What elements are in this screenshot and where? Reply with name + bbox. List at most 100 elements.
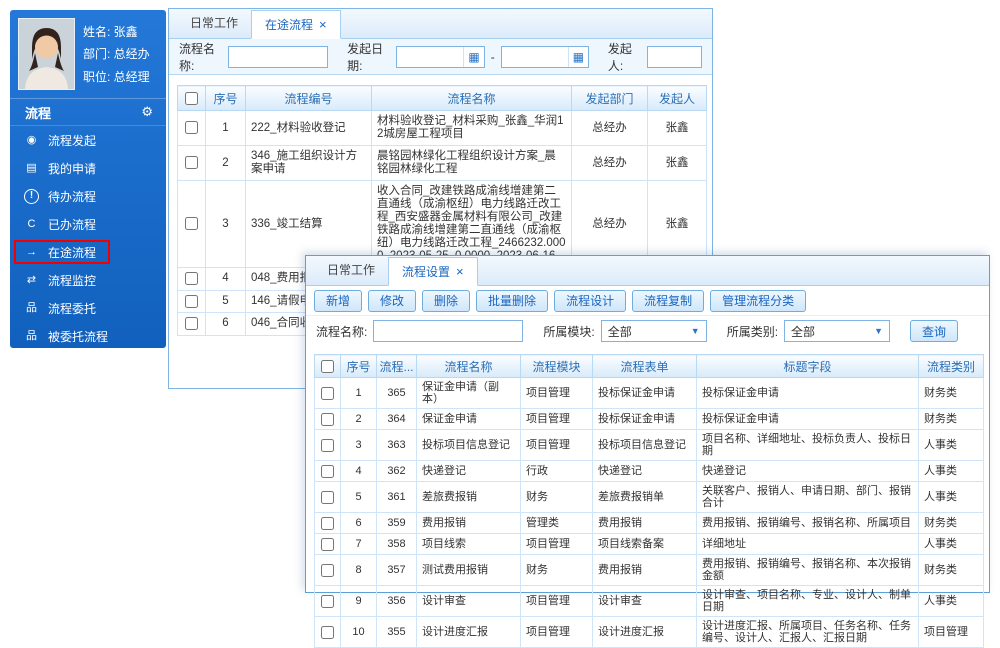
start-date-input[interactable]: [397, 47, 463, 67]
sidebar-item-label: 在途流程: [48, 244, 96, 261]
row-checkbox[interactable]: [185, 295, 198, 308]
select-all-checkbox[interactable]: [185, 92, 198, 105]
sidebar-item-my-applications[interactable]: ▤我的申请: [10, 154, 166, 182]
chevron-down-icon: ▼: [874, 326, 883, 336]
row-checkbox-cell: [315, 482, 341, 513]
process-design-button[interactable]: 流程设计: [554, 290, 626, 312]
column-header: 流程模块: [521, 355, 593, 378]
panel1-filterbar: 流程名称: 发起日期: ▦ - ▦ 发起人:: [169, 39, 712, 75]
row-checkbox[interactable]: [185, 317, 198, 330]
sidebar-item-todo[interactable]: !待办流程: [10, 182, 166, 210]
row-checkbox[interactable]: [321, 517, 334, 530]
row-checkbox-cell: [315, 513, 341, 534]
select-all-checkbox[interactable]: [321, 360, 334, 373]
sidebar: 姓名: 张鑫 部门: 总经办 职位: 总经理 流程 ⚙ ◉流程发起▤我的申请!待…: [10, 10, 166, 348]
process-def-code-cell: 358: [377, 534, 417, 555]
modify-button[interactable]: 修改: [368, 290, 416, 312]
process-def-code-cell: 359: [377, 513, 417, 534]
category-label: 所属类别:: [727, 323, 778, 340]
broadcast-icon: ◉: [24, 133, 39, 148]
row-checkbox-cell: [315, 461, 341, 482]
column-header: 流程类别: [919, 355, 984, 378]
sidebar-item-delegated[interactable]: 品被委托流程: [10, 322, 166, 350]
process-def-no-cell: 3: [341, 430, 377, 461]
add-button[interactable]: 新增: [314, 290, 362, 312]
sidebar-item-label: 我的申请: [48, 160, 96, 177]
row-checkbox-cell: [178, 313, 206, 336]
sidebar-item-initiate[interactable]: ◉流程发起: [10, 126, 166, 154]
tab-process-settings[interactable]: 流程设置 ×: [388, 257, 478, 286]
row-checkbox[interactable]: [321, 538, 334, 551]
row-checkbox[interactable]: [321, 387, 334, 400]
sidebar-item-delegate[interactable]: 品流程委托: [10, 294, 166, 322]
initiator-label: 发起人:: [608, 40, 641, 74]
gear-icon[interactable]: ⚙: [141, 104, 153, 120]
start-date-label: 发起日期:: [347, 40, 390, 74]
row-checkbox[interactable]: [321, 413, 334, 426]
process-name-input[interactable]: [373, 320, 523, 342]
process-def-no-cell: 2: [341, 409, 377, 430]
process-def-title-fields-cell: 设计审查、项目名称、专业、设计人、制单日期: [697, 586, 919, 617]
sitemap-icon: 品: [24, 329, 39, 344]
close-tab-icon[interactable]: ×: [319, 18, 327, 31]
column-header: 流程表单: [593, 355, 697, 378]
manage-process-category-button[interactable]: 管理流程分类: [710, 290, 806, 312]
column-header: 流程编号: [246, 86, 372, 111]
sidebar-item-monitor[interactable]: ⇄流程监控: [10, 266, 166, 294]
user-info: 姓名: 张鑫 部门: 总经办 职位: 总经理: [83, 18, 150, 90]
arrow-right-icon: →: [24, 245, 39, 260]
column-header: 序号: [206, 86, 246, 111]
calendar-icon[interactable]: ▦: [568, 47, 588, 67]
process-def-module-cell: 项目管理: [521, 617, 593, 648]
row-checkbox[interactable]: [321, 439, 334, 452]
select-all-cell: [315, 355, 341, 378]
table-row: 4362快递登记行政快递登记快递登记人事类: [315, 461, 984, 482]
process-name-input[interactable]: [228, 46, 328, 68]
process-def-code-cell: 355: [377, 617, 417, 648]
row-checkbox[interactable]: [185, 156, 198, 169]
module-select[interactable]: 全部 ▼: [601, 320, 707, 342]
process-code-cell: 222_材料验收登记: [246, 111, 372, 146]
row-checkbox[interactable]: [321, 491, 334, 504]
process-def-no-cell: 4: [341, 461, 377, 482]
process-copy-button[interactable]: 流程复制: [632, 290, 704, 312]
row-checkbox[interactable]: [185, 217, 198, 230]
category-select[interactable]: 全部 ▼: [784, 320, 890, 342]
row-checkbox[interactable]: [321, 564, 334, 577]
process-def-name-cell: 保证金申请（副本）: [417, 378, 521, 409]
tab-daily-work[interactable]: 日常工作: [177, 9, 251, 38]
table-row: 9356设计审查项目管理设计审查设计审查、项目名称、专业、设计人、制单日期人事类: [315, 586, 984, 617]
process-def-no-cell: 8: [341, 555, 377, 586]
close-tab-icon[interactable]: ×: [456, 265, 464, 278]
user-profile: 姓名: 张鑫 部门: 总经办 职位: 总经理: [10, 10, 166, 98]
tab-daily-work[interactable]: 日常工作: [314, 256, 388, 285]
process-name-label: 流程名称:: [179, 40, 222, 74]
process-def-title-fields-cell: 关联客户、报销人、申请日期、部门、报销合计: [697, 482, 919, 513]
process-def-form-cell: 费用报销: [593, 513, 697, 534]
row-checkbox[interactable]: [185, 121, 198, 134]
process-def-name-cell: 保证金申请: [417, 409, 521, 430]
delete-button[interactable]: 删除: [422, 290, 470, 312]
row-checkbox[interactable]: [321, 465, 334, 478]
table-row: 8357测试费用报销财务费用报销费用报销、报销编号、报销名称、本次报销金额财务类: [315, 555, 984, 586]
calendar-icon[interactable]: ▦: [463, 47, 483, 67]
initiator-input[interactable]: [647, 46, 702, 68]
batch-delete-button[interactable]: 批量删除: [476, 290, 548, 312]
row-checkbox[interactable]: [321, 626, 334, 639]
row-checkbox[interactable]: [321, 595, 334, 608]
sidebar-item-label: 已办流程: [48, 216, 96, 233]
sidebar-item-in-transit[interactable]: → 在途流程: [10, 238, 166, 266]
row-checkbox[interactable]: [185, 272, 198, 285]
process-settings-panel: 日常工作 流程设置 × 新增修改删除批量删除流程设计流程复制管理流程分类 流程名…: [305, 255, 990, 593]
process-def-no-cell: 9: [341, 586, 377, 617]
process-def-code-cell: 363: [377, 430, 417, 461]
search-button[interactable]: 查询: [910, 320, 958, 342]
process-def-name-cell: 费用报销: [417, 513, 521, 534]
column-header: 发起部门: [572, 86, 648, 111]
tab-in-transit[interactable]: 在途流程 ×: [251, 10, 341, 39]
process-no-cell: 4: [206, 268, 246, 291]
process-def-category-cell: 财务类: [919, 378, 984, 409]
sidebar-item-done[interactable]: C已办流程: [10, 210, 166, 238]
end-date-input[interactable]: [502, 47, 568, 67]
process-no-cell: 2: [206, 146, 246, 181]
